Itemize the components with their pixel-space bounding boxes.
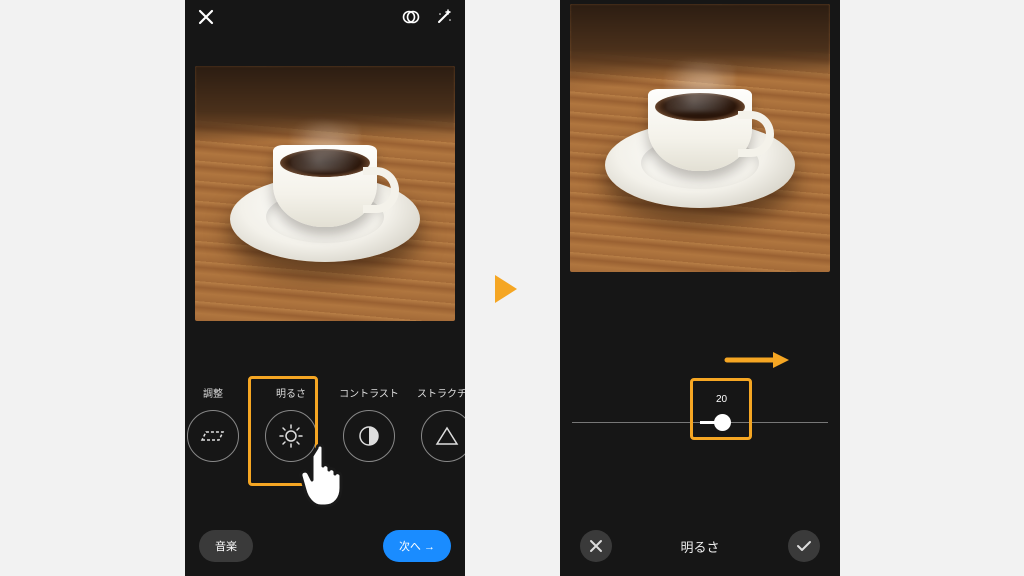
contrast-icon [343,410,395,462]
music-button[interactable]: 音楽 [199,530,253,562]
edit-option-contrast[interactable]: コントラスト [339,385,399,462]
brightness-slider[interactable]: 20 [560,372,840,452]
next-button[interactable]: 次へ → [383,530,451,562]
confirm-button[interactable] [788,530,820,562]
edit-option-label: 明るさ [276,385,306,400]
music-button-label: 音楽 [215,538,237,554]
edit-option-structure[interactable]: ストラクチャ [417,385,465,462]
cancel-button[interactable] [580,530,612,562]
next-button-label: 次へ → [399,538,435,554]
edit-option-adjust[interactable]: 調整 [185,385,243,462]
phone-screen-brightness-slider: 20 明るさ [560,0,840,576]
edit-option-label: コントラスト [339,385,399,400]
drag-direction-arrow-icon [723,350,793,370]
structure-triangle-icon [421,410,465,462]
transition-arrow-icon [495,275,517,303]
image-preview [185,38,465,335]
phone-screen-edit-options: 調整 明るさ コントラスト ストラクチャ [185,0,465,576]
slider-value-label: 20 [716,394,727,405]
edit-options-row[interactable]: 調整 明るさ コントラスト ストラクチャ [185,335,465,462]
close-icon [589,539,603,553]
adjust-crop-icon [187,410,239,462]
bottom-action-row: 音楽 次へ → [185,530,465,562]
brightness-sun-icon [265,410,317,462]
image-preview [560,0,840,286]
slider-thumb[interactable] [714,414,731,431]
edited-photo[interactable] [570,4,830,272]
topbar [185,0,465,38]
check-icon [796,539,812,553]
edit-option-label: 調整 [203,385,223,400]
edit-option-label: ストラクチャ [417,385,465,400]
edit-option-brightness[interactable]: 明るさ [261,385,321,462]
close-icon[interactable] [197,8,215,31]
bottom-confirm-row: 明るさ [560,530,840,562]
wand-icon[interactable] [435,8,453,31]
edited-photo[interactable] [195,66,455,321]
current-edit-title: 明るさ [680,537,719,556]
overlap-icon[interactable] [401,7,421,32]
